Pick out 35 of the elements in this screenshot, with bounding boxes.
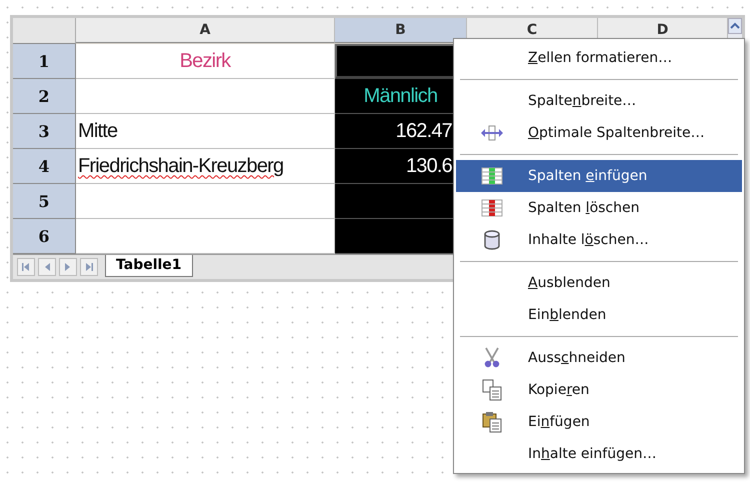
menu-item[interactable]: Inhalte einfügen… (456, 438, 742, 470)
row-header[interactable]: 1 (13, 44, 76, 79)
row-header[interactable]: 2 (13, 79, 76, 114)
column-width-icon (480, 125, 504, 141)
menu-item[interactable]: Einfügen (456, 406, 742, 438)
menu-item[interactable]: Ausschneiden (456, 342, 742, 374)
last-sheet-icon[interactable] (80, 258, 98, 276)
previous-sheet-icon[interactable] (38, 258, 56, 276)
table-cell: Mitte (76, 114, 335, 149)
row-header[interactable]: 4 (13, 149, 76, 184)
menu-item[interactable]: Zellen formatieren… (456, 42, 742, 74)
row-header[interactable]: 3 (13, 114, 76, 149)
select-all-corner[interactable] (13, 18, 76, 44)
scissors-icon (483, 347, 501, 369)
row-header[interactable]: 6 (13, 219, 76, 254)
table-cell: Friedrichshain-Kreuzberg (76, 149, 335, 184)
sheet-tab[interactable]: Tabelle1 (105, 254, 193, 276)
menu-item[interactable]: Ausblenden (456, 267, 742, 299)
first-sheet-icon[interactable] (17, 258, 35, 276)
insert-columns-icon (481, 167, 503, 185)
paste-icon (482, 411, 502, 433)
column-header[interactable]: A (76, 18, 335, 43)
cylinder-icon (482, 230, 502, 250)
menu-item[interactable]: Inhalte löschen… (456, 224, 742, 256)
scroll-up-icon[interactable] (728, 18, 742, 34)
menu-item[interactable]: Spalten einfügen (456, 160, 742, 192)
copy-icon (482, 379, 502, 401)
menu-item[interactable]: Einblenden (456, 299, 742, 331)
menu-item[interactable]: Kopieren (456, 374, 742, 406)
menu-item[interactable]: Spalten löschen (456, 192, 742, 224)
row-header[interactable]: 5 (13, 184, 76, 219)
table-cell: Bezirk (76, 44, 335, 79)
next-sheet-icon[interactable] (59, 258, 77, 276)
column-header[interactable]: B (335, 18, 467, 43)
delete-columns-icon (481, 199, 503, 217)
